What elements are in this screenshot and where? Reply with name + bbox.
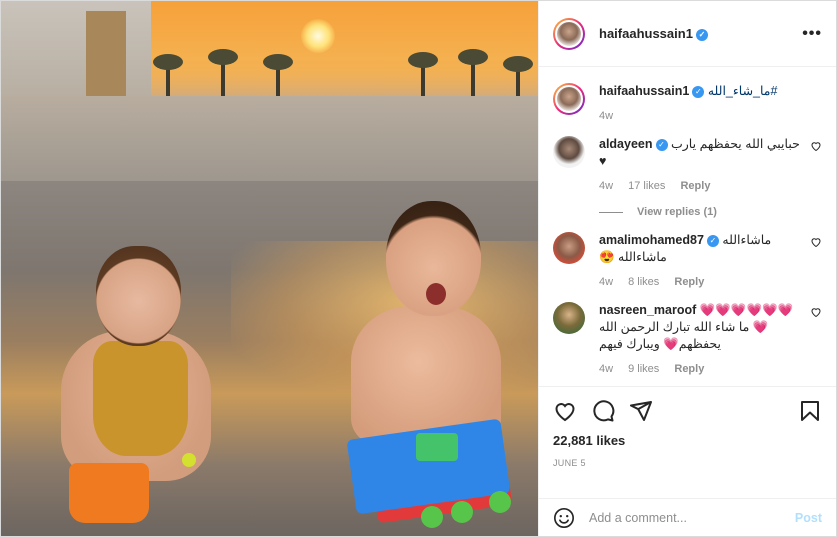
toy-wheel xyxy=(451,501,473,523)
instagram-post-modal: haifaahussain1 ✓ ••• haifaahussain1 ✓ #ما_… xyxy=(0,0,837,537)
heart-icon[interactable] xyxy=(810,140,822,152)
verified-badge-icon: ✓ xyxy=(695,29,708,41)
yellow-ball xyxy=(182,453,196,467)
verified-badge-icon: ✓ xyxy=(706,235,719,247)
comment-composer: Post xyxy=(539,498,836,536)
comment-likes[interactable]: 8 likes xyxy=(628,276,659,288)
post-button[interactable]: Post xyxy=(795,511,822,525)
comment-item: amalimohamed87 ✓ ماشاءالله ماشاءالله 😍 4w… xyxy=(553,232,822,288)
comment-likes[interactable]: 9 likes xyxy=(628,363,659,375)
likes-count[interactable]: 22,881 likes xyxy=(553,433,822,448)
divider-line xyxy=(599,211,623,213)
post-header: haifaahussain1 ✓ ••• xyxy=(539,1,836,67)
verified-badge-icon: ✓ xyxy=(655,139,668,151)
verified-badge-icon: ✓ xyxy=(692,86,705,98)
author-avatar[interactable] xyxy=(553,83,585,115)
child-left-swimsuit xyxy=(93,341,188,456)
post-date: JUNE 5 xyxy=(553,458,586,468)
comment-likes[interactable]: 17 likes xyxy=(628,180,665,192)
palm-trees xyxy=(151,46,538,101)
comment-username[interactable]: amalimohamed87 xyxy=(599,233,704,247)
author-avatar[interactable] xyxy=(553,17,585,50)
bookmark-icon[interactable] xyxy=(798,399,822,423)
comment-item: nasreen_maroof 💗💗💗💗💗💗💗 ما شاء الله تبارك… xyxy=(553,302,822,375)
comment-input[interactable] xyxy=(589,510,795,525)
comment-age: 4w xyxy=(599,363,614,375)
heart-icon[interactable] xyxy=(553,399,577,423)
caption-username[interactable]: haifaahussain1 xyxy=(599,84,689,98)
toy-wheel xyxy=(489,491,511,513)
caption-age: 4w xyxy=(599,110,614,122)
view-replies-button[interactable]: View replies (1) xyxy=(599,206,822,218)
reply-button[interactable]: Reply xyxy=(674,276,704,288)
heart-icon[interactable] xyxy=(810,236,822,248)
orange-bucket xyxy=(69,463,149,523)
comments-list: haifaahussain1 ✓ #ما_شاء_الله 4w aldayeen… xyxy=(539,67,836,386)
heart-icon[interactable] xyxy=(810,306,822,318)
reply-button[interactable]: Reply xyxy=(680,180,710,192)
caption-hashtag[interactable]: #ما_شاء_الله xyxy=(708,84,778,98)
view-replies-label[interactable]: View replies (1) xyxy=(637,206,717,218)
post-actions: 22,881 likes JUNE 5 xyxy=(539,386,836,498)
more-options-button[interactable]: ••• xyxy=(802,25,822,43)
reply-button[interactable]: Reply xyxy=(674,363,704,375)
comment-age: 4w xyxy=(599,180,614,192)
commenter-avatar[interactable] xyxy=(553,302,585,334)
smile-icon[interactable] xyxy=(553,507,575,529)
comment-username[interactable]: nasreen_maroof xyxy=(599,303,696,317)
comment-item: aldayeen ✓ حبايبي الله يحفظهم يارب ♥ 4w 1… xyxy=(553,136,822,192)
toy-cup xyxy=(416,433,458,461)
author-username[interactable]: haifaahussain1 ✓ xyxy=(599,26,708,41)
child-right-mouth xyxy=(426,283,446,305)
comment-age: 4w xyxy=(599,276,614,288)
toy-wheel xyxy=(421,506,443,528)
commenter-avatar[interactable] xyxy=(553,136,585,168)
commenter-avatar[interactable] xyxy=(553,232,585,264)
sand xyxy=(1,96,538,186)
post-photo[interactable] xyxy=(1,1,538,536)
paper-plane-icon[interactable] xyxy=(629,399,653,423)
post-side-panel: haifaahussain1 ✓ ••• haifaahussain1 ✓ #ما_… xyxy=(538,1,836,536)
child-left-head xyxy=(96,246,181,346)
building xyxy=(1,1,151,96)
comment-icon[interactable] xyxy=(591,399,615,423)
comment-username[interactable]: aldayeen xyxy=(599,137,653,151)
caption-row: haifaahussain1 ✓ #ما_شاء_الله 4w xyxy=(553,83,822,122)
author-username-text[interactable]: haifaahussain1 xyxy=(599,26,693,41)
